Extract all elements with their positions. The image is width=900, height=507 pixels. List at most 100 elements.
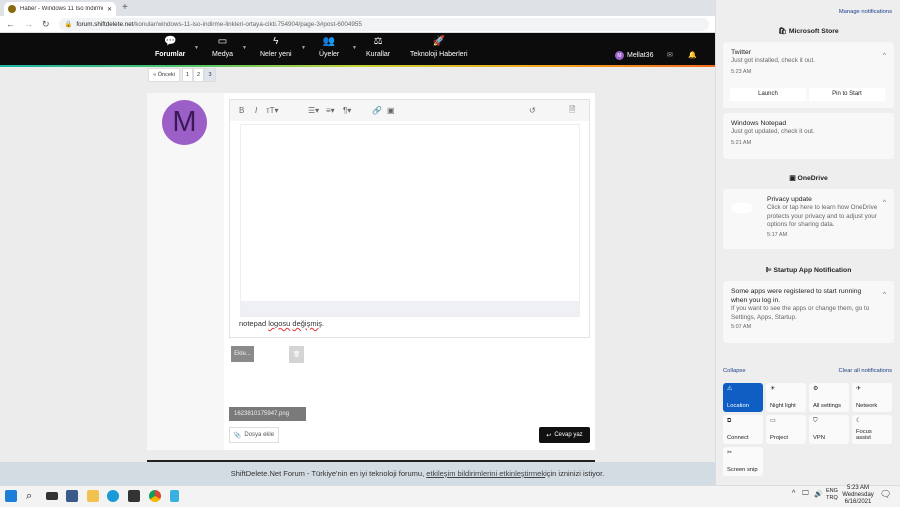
chrome-icon[interactable] [149,490,161,502]
nav-teknoloji-haberleri[interactable]: 🚀 Teknoloji Haberleri [410,36,468,58]
inbox-icon[interactable]: ✉ [667,51,673,59]
paragraph-icon[interactable]: ¶▾ [343,106,351,115]
notification-title: Windows Notepad [731,120,787,127]
notification-center: Manage notifications 🛍 Microsoft Store T… [715,0,900,485]
collapse-link[interactable]: Collapse [723,368,746,374]
reload-icon[interactable]: ↻ [42,19,50,30]
nav-kurallar[interactable]: ⚖ Kurallar [366,36,390,58]
nav-label: Teknoloji Haberleri [410,51,468,58]
chat-icon: 💬 [163,36,177,47]
task-view-icon[interactable] [46,492,58,500]
notepad-icon[interactable] [170,490,179,502]
user-menu[interactable]: M Mellat36 [615,51,653,60]
undo-icon[interactable]: ↺ [529,106,536,115]
quick-action-night-light[interactable]: ☀ Night light [766,383,806,412]
text-size-icon[interactable]: тT▾ [266,106,279,115]
volume-icon[interactable]: 🔊 [814,490,823,498]
group-title: Microsoft Store [788,28,839,35]
nav-forumlar[interactable]: 💬 Forumlar [155,36,185,58]
lang: TRQ [826,495,838,502]
text: notepad [239,319,269,328]
message-editor[interactable]: B I тT▾ ☰▾ ≡▾ ¶▾ 🔗 ▣ ↺ 🗎 notepad logosu … [229,99,590,338]
message-text: notepad logosu değişmiş. [239,319,324,328]
language-indicator[interactable]: ENG TRQ [826,488,838,502]
quick-action-vpn[interactable]: ⛉ VPN [809,415,849,444]
clock[interactable]: 5:23 AM Wednesday 6/16/2021 [840,485,876,506]
misspelled-word: değişmiş [292,319,322,328]
list-icon[interactable]: ☰▾ [308,106,319,115]
chevron-down-icon[interactable]: ▼ [242,45,247,51]
quick-action-screen-snip[interactable]: ✂ Screen snip [723,447,763,476]
search-icon[interactable]: ⌕ [26,490,38,502]
italic-icon[interactable]: I [255,106,257,115]
nav-label: Üyeler [319,51,340,58]
clear-all-notifications-link[interactable]: Clear all notifications [839,368,893,374]
widgets-icon[interactable] [66,490,78,502]
manage-notifications-link[interactable]: Manage notifications [839,9,892,15]
bell-icon[interactable]: 🔔 [688,51,697,59]
edge-icon[interactable] [107,490,119,502]
chevron-up-icon[interactable]: ^ [883,199,886,208]
quick-action-all-settings[interactable]: ⚙ All settings [809,383,849,412]
pin-to-start-button[interactable]: Pin to Start [809,88,885,101]
notification-notepad[interactable]: Windows Notepad Just got updated, check … [723,113,894,159]
url-domain: forum.shiftdelete.net [76,20,134,28]
chevron-down-icon[interactable]: ▼ [352,45,357,51]
quick-action-location[interactable]: ⚠ Location [723,383,763,412]
close-tab-icon[interactable]: ✕ [107,6,112,13]
chevron-down-icon[interactable]: ▼ [194,45,199,51]
bar-text: için izninizi istiyor. [545,469,605,478]
store-icon[interactable] [128,490,140,502]
notification-onedrive[interactable]: Privacy update Click or tap here to lear… [723,189,894,249]
insert-attachment-button[interactable]: Ekle... [231,346,254,362]
image-icon[interactable]: ▣ [387,106,395,115]
notification-startup[interactable]: Some apps were registered to start runni… [723,281,894,343]
file-explorer-icon[interactable] [87,490,99,502]
start-icon[interactable] [5,490,17,502]
attach-file-button[interactable]: 📎 Dosya ekle [229,427,279,443]
quick-action-project[interactable]: ▭ Project [766,415,806,444]
align-icon[interactable]: ≡▾ [326,106,335,115]
quick-action-network[interactable]: ✈ Network [852,383,892,412]
avatar[interactable]: M [162,100,207,145]
time: 5:23 AM [846,485,869,491]
reply-card-sidebar [147,93,224,450]
quick-action-connect[interactable]: ⧉ Connect [723,415,763,444]
new-tab-button[interactable]: + [122,2,128,13]
pagination-page[interactable]: 1 [182,68,193,82]
nav-neler-yeni[interactable]: ϟ Neler yeni [260,36,292,58]
forward-icon[interactable]: → [24,19,33,29]
bold-icon[interactable]: B [239,106,244,115]
pagination-prev[interactable]: « Önceki [148,68,180,82]
link-icon[interactable]: 🔗 [372,106,382,115]
browser-tab[interactable]: Haber - Windows 11 Iso Indirme ✕ [4,2,116,16]
reply-button[interactable]: ↩ Cevap yaz [539,427,590,443]
launch-button[interactable]: Launch [730,88,806,101]
nav-uyeler[interactable]: 👥 Üyeler [319,36,339,58]
action-center-icon[interactable]: 🗨 [880,489,891,500]
quick-action-label: Connect [727,435,749,441]
preview-icon[interactable]: 🗎 [569,104,575,118]
chevron-up-icon[interactable]: ^ [883,52,886,61]
notification-body: If you want to see the apps or change th… [731,305,870,321]
chevron-up-icon[interactable]: ^ [883,291,886,300]
url-input[interactable]: 🔒 forum.shiftdelete.net/konular/windows-1… [58,17,709,31]
enable-notifications-link[interactable]: etkileşim bildirimlerini etkinleştirmek [426,469,545,478]
scales-icon: ⚖ [373,36,383,47]
delete-attachment-icon[interactable]: 🗑 [289,346,304,363]
vpn-icon: ⛉ [813,418,818,424]
quick-action-label: Focus assist [856,429,872,441]
notification-title: Some apps were registered to start runni… [731,288,862,305]
notification-time: 5:07 AM [731,324,752,331]
rocket-icon: 🚀 [432,36,446,47]
pagination-page[interactable]: 2 [193,68,204,82]
pagination-page-current[interactable]: 3 [204,68,216,82]
notification-twitter[interactable]: Twitter Just got installed, check it out… [723,42,894,108]
network-icon[interactable]: 🖵 [802,490,809,498]
nav-medya[interactable]: ▭ Medya [212,36,233,58]
chevron-down-icon[interactable]: ▼ [301,45,306,51]
quick-action-label: Location [727,403,749,409]
quick-action-focus-assist[interactable]: ☾ Focus assist [852,415,892,444]
back-icon[interactable]: ← [6,19,15,29]
tray-chevron-icon[interactable]: ^ [792,490,795,497]
